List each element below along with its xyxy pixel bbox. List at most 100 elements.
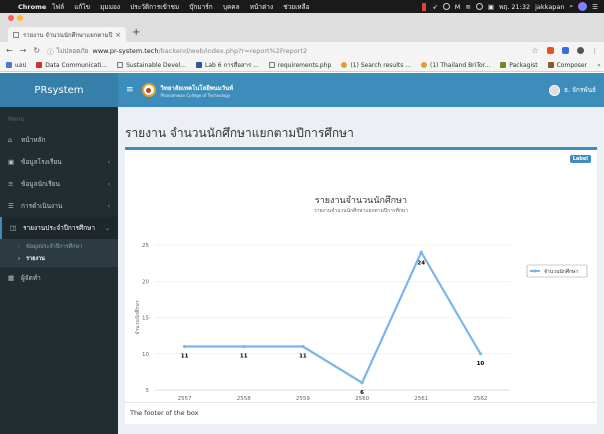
mail-icon[interactable]: M: [455, 3, 461, 11]
bookmark-packagist[interactable]: Packagist: [500, 61, 538, 69]
bookmark-search-results[interactable]: (1) Search results ...: [341, 62, 411, 69]
bookmark-label: requirements.php: [277, 61, 332, 69]
os-menu-bookmarks[interactable]: บุ๊กมาร์ก: [189, 3, 212, 11]
user-name: ธ. จักรพันธ์: [563, 86, 596, 94]
report-icon: ◫: [10, 224, 17, 232]
submenu-item-annual-data[interactable]: › ข้อมูลประจำปีการศึกษา: [0, 241, 118, 253]
search-favicon-icon: [420, 62, 427, 68]
legend-marker: [533, 269, 537, 273]
sidebar: Menu ⌂ หน้าหลัก ▣ ข้อมูลโรงเรียน ‹ ≡ ข้อ…: [0, 107, 118, 434]
bookmark-requirements[interactable]: requirements.php: [268, 61, 332, 69]
sidebar-item-home[interactable]: ⌂ หน้าหลัก: [0, 129, 118, 151]
students-icon: ≡: [8, 180, 14, 188]
bookmark-label: Lab 6 การสื่อสาร ...: [205, 62, 259, 69]
sidebar-item-label: รายงานประจำปีการศึกษา: [23, 224, 95, 232]
bookmark-label: Packagist: [509, 61, 538, 69]
os-menu-help[interactable]: ช่วยเหลือ: [283, 3, 309, 11]
submenu-item-report[interactable]: › รายงาน: [0, 253, 118, 265]
clock[interactable]: พฤ. 21:32: [499, 2, 530, 12]
bookmark-label: Data Communicati...: [45, 61, 108, 69]
data-label: 24: [417, 260, 425, 266]
college-logo-icon: [141, 83, 156, 97]
minimize-window-icon[interactable]: [17, 15, 23, 21]
bookmark-data-communication[interactable]: Data Communicati...: [36, 62, 107, 69]
recording-icon[interactable]: [422, 2, 427, 11]
sidebar-item-label: ข้อมูลโรงเรียน: [21, 158, 62, 166]
notification-center-icon[interactable]: ☰: [592, 3, 598, 11]
bookmarks-overflow-icon[interactable]: »: [597, 62, 601, 69]
location-icon[interactable]: ➶: [432, 3, 437, 11]
browser-tab[interactable]: รายงาน จำนวนนักศึกษาแยกตามปี ×: [8, 27, 126, 42]
bookmark-lab6[interactable]: Lab 6 การสื่อสาร ...: [196, 60, 259, 70]
chart-subtitle: รายงานจำนวนนักศึกษาแยกตามปีการศึกษา: [314, 207, 408, 214]
chevron-left-icon: ‹: [107, 158, 110, 166]
bookmark-star-icon[interactable]: ☆: [531, 46, 538, 55]
team-icon: ▦: [8, 274, 15, 282]
submenu-item-label: รายงาน: [26, 256, 45, 262]
sidebar-item-label: การดำเนินงาน: [21, 202, 63, 210]
reload-icon[interactable]: ↻: [33, 46, 40, 55]
sync-icon[interactable]: [442, 3, 450, 10]
bookmark-sustainable[interactable]: Sustainable Devel...: [117, 62, 186, 69]
os-menu-file[interactable]: ไฟล์: [52, 3, 64, 11]
profile-icon[interactable]: [576, 47, 584, 54]
sidebar-item-authors[interactable]: ▦ ผู้จัดทำ: [0, 267, 118, 289]
chevron-left-icon: ‹: [107, 202, 110, 210]
search-favicon-icon: [341, 62, 348, 68]
submenu-item-label: ข้อมูลประจำปีการศึกษา: [26, 244, 83, 250]
user-menu[interactable]: ธ. จักรพันธ์: [548, 84, 596, 96]
extension-icon[interactable]: [561, 47, 569, 54]
security-indicator[interactable]: ไม่ปลอดภัย: [57, 46, 89, 56]
app-brand[interactable]: PRsystem: [0, 73, 118, 107]
os-menu-window[interactable]: หน้าต่าง: [250, 3, 273, 11]
page-icon: [117, 62, 124, 68]
bookmark-apps[interactable]: แอป: [6, 60, 26, 70]
siri-icon[interactable]: [578, 2, 588, 11]
bookmark-label: (1) Thailand BriTor...: [429, 61, 491, 69]
sidebar-item-students[interactable]: ≡ ข้อมูลนักเรียน ‹: [0, 173, 118, 195]
browser-menu-icon[interactable]: ⋮: [592, 47, 599, 55]
battery-icon[interactable]: [475, 3, 483, 10]
os-menu-edit[interactable]: แก้ไข: [74, 3, 90, 11]
sidebar-item-school[interactable]: ▣ ข้อมูลโรงเรียน ‹: [0, 151, 118, 173]
data-label: 10: [477, 361, 485, 367]
os-menu-view[interactable]: มุมมอง: [100, 3, 120, 11]
os-menu-people[interactable]: บุคคล: [223, 3, 240, 11]
page-icon: [268, 62, 275, 68]
bookmark-thailand[interactable]: (1) Thailand BriTor...: [420, 61, 491, 69]
bookmark-label: Composer: [556, 61, 588, 69]
app-header: ≡ วิทยาลัยเทคโนโลยีพนมวันท์ Phanomwan Co…: [118, 73, 604, 107]
tab-title: รายงาน จำนวนนักศึกษาแยกตามปี: [23, 31, 113, 39]
sidebar-item-annual-report[interactable]: ◫ รายงานประจำปีการศึกษา ⌄: [0, 217, 118, 239]
bullet-icon: ›: [18, 256, 21, 262]
os-user-name[interactable]: jakkapan: [535, 3, 564, 11]
avatar: [548, 84, 560, 96]
info-icon[interactable]: ⓘ: [47, 46, 54, 56]
back-icon[interactable]: ←: [6, 46, 13, 55]
close-window-icon[interactable]: [8, 15, 14, 21]
wifi-icon[interactable]: ≋: [465, 3, 470, 11]
extension-opera-icon[interactable]: [546, 47, 554, 54]
input-source-icon[interactable]: ▣: [488, 3, 494, 11]
forward-icon[interactable]: →: [20, 46, 27, 55]
apps-grid-icon: [6, 62, 12, 68]
data-point: [478, 352, 483, 356]
sidebar-submenu: › ข้อมูลประจำปีการศึกษา › รายงาน: [0, 239, 118, 267]
data-point: [301, 344, 305, 349]
url-host: www.pr-system.tech: [92, 46, 159, 55]
student-count-chart: รายงานจำนวนนักศึกษารายงานจำนวนนักศึกษาแย…: [134, 195, 588, 402]
sidebar-item-operations[interactable]: ☰ การดำเนินงาน ‹: [0, 195, 118, 217]
address-bar[interactable]: ⓘ ไม่ปลอดภัย www.pr-system.tech /backend…: [47, 44, 525, 57]
os-menu-history[interactable]: ประวัติการเข้าชม: [130, 3, 179, 11]
tab-close-icon[interactable]: ×: [115, 31, 121, 39]
os-menu-items: ไฟล์ แก้ไข มุมมอง ประวัติการเข้าชม บุ๊กม…: [52, 2, 317, 12]
sidebar-toggle-icon[interactable]: ≡: [126, 85, 134, 95]
new-tab-button[interactable]: +: [132, 27, 140, 38]
url-path: /backend/web/index.php?r=report%2Freport…: [158, 46, 308, 55]
chevron-down-icon: ⌄: [104, 224, 110, 232]
report-box: Label รายงานจำนวนนักศึกษา รายงานจำนวนนักศ…: [125, 147, 597, 424]
bookmark-composer[interactable]: Composer: [547, 61, 588, 69]
spotlight-icon[interactable]: ⌕: [570, 2, 574, 11]
app-menu-chrome[interactable]: Chrome: [18, 3, 46, 11]
bookmark-favicon-icon: [36, 62, 43, 68]
